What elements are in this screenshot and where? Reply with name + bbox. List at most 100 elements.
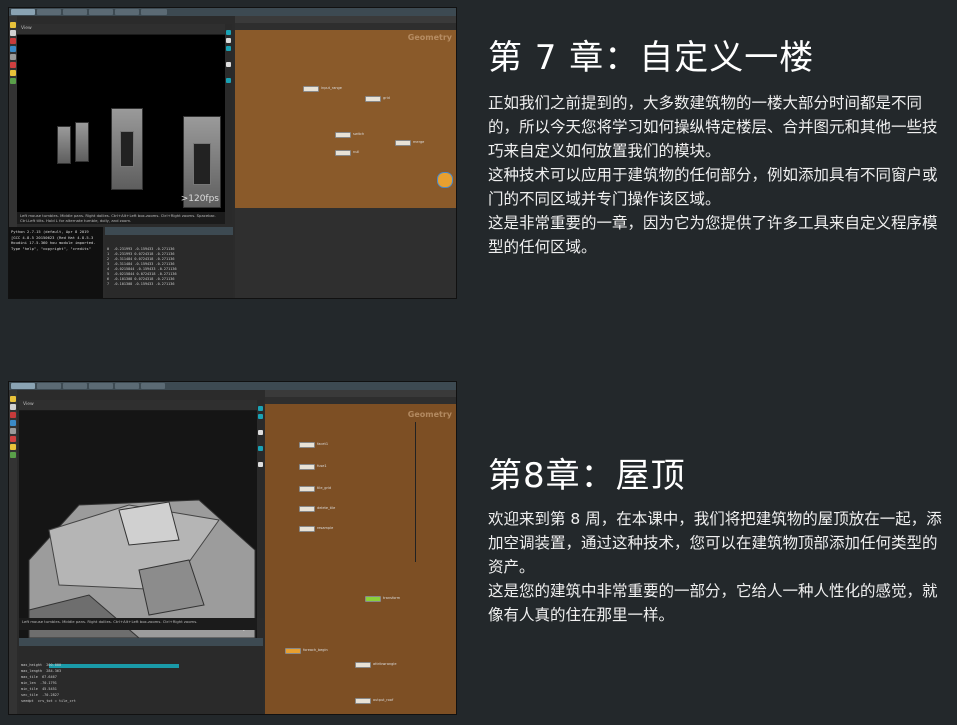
snap-toggle-icon[interactable] — [226, 78, 231, 83]
tab-motion-fx-view[interactable] — [115, 9, 139, 15]
table-row: 4 -0.0215844 -0.159433 -0.271136 — [107, 267, 231, 272]
tab-animation-editor[interactable] — [37, 383, 61, 389]
cell: 200.000 — [46, 663, 62, 667]
network-editor[interactable]: Geometry input_range grid switch null me… — [235, 8, 456, 208]
display-toggle-icon[interactable] — [258, 406, 263, 411]
move-tool-icon[interactable] — [10, 404, 16, 410]
cell: 0.0724318 — [134, 277, 154, 281]
node[interactable] — [395, 140, 411, 146]
geometry-spreadsheet[interactable]: max_height 200.000 max_length 284.363 ma… — [19, 638, 263, 714]
cell: 1 — [107, 252, 110, 256]
spreadsheet-header — [105, 227, 233, 235]
rotate-tool-icon[interactable] — [10, 38, 16, 44]
network-empty-area[interactable] — [235, 208, 456, 298]
cell: 5 — [107, 272, 110, 276]
tab-geometry-spreadsheet[interactable] — [141, 383, 165, 389]
display-options-strip — [257, 400, 264, 618]
chapter-title: 第8章：屋顶 — [488, 456, 686, 496]
node[interactable] — [335, 150, 351, 156]
cell: -70.1791 — [39, 681, 57, 685]
viewport-status-bar: Left mouse tumbles. Middle pans. Right d… — [19, 618, 257, 630]
python-shell[interactable]: Python 2.7.15 (default, Apr 8 2019 [GCC … — [9, 227, 103, 298]
wall-module-1 — [57, 126, 71, 164]
cell: 0.0724318 — [136, 272, 156, 276]
cell: -0.159433 — [136, 267, 156, 271]
rotate-tool-icon[interactable] — [10, 412, 16, 418]
geometry-spreadsheet[interactable]: 0 -0.231993 -0.159433 -0.271136 1 -0.231… — [105, 227, 233, 298]
scene-viewport[interactable]: View >120fps — [19, 400, 257, 640]
ghost-toggle-icon[interactable] — [226, 38, 231, 43]
node[interactable] — [365, 596, 381, 602]
ghost-toggle-icon[interactable] — [258, 414, 263, 419]
table-row: max_height 200.000 — [21, 663, 261, 668]
tab-motion-fx-view[interactable] — [115, 383, 139, 389]
node[interactable] — [355, 698, 371, 704]
view-tool-icon[interactable] — [10, 78, 16, 84]
tab-scene-view[interactable] — [11, 9, 35, 15]
network-editor[interactable]: Geometry facet1 fuse1 tile_grid delete_t… — [265, 382, 456, 714]
scale-tool-icon[interactable] — [10, 420, 16, 426]
magnet-tool-icon[interactable] — [10, 444, 16, 450]
wireframe-toggle-icon[interactable] — [226, 46, 231, 51]
network-menu-bar — [235, 16, 456, 23]
table-row: 0 -0.231993 -0.159433 -0.271136 — [107, 247, 231, 252]
handle-tool-icon[interactable] — [10, 436, 16, 442]
select-tool-icon[interactable] — [10, 396, 16, 402]
network-menu-bar — [265, 390, 456, 397]
tab-render-view[interactable] — [63, 383, 87, 389]
node[interactable] — [335, 132, 351, 138]
cell: -0.271136 — [157, 267, 177, 271]
pose-tool-icon[interactable] — [10, 54, 16, 60]
tab-render-view[interactable] — [63, 9, 87, 15]
network-context-label: Geometry — [407, 33, 452, 42]
magnet-tool-icon[interactable] — [10, 70, 16, 76]
cell: 2 — [107, 257, 110, 261]
scene-viewport[interactable]: View >120fps Left mouse tumbles. Middle … — [17, 24, 225, 224]
cell: -0.271136 — [157, 272, 177, 276]
scale-tool-icon[interactable] — [10, 46, 16, 52]
node-label: transform — [383, 596, 401, 600]
node[interactable] — [365, 96, 381, 102]
lighting-toggle-icon[interactable] — [258, 446, 263, 451]
cell: -0.311484 — [113, 257, 133, 261]
view-tool-icon[interactable] — [10, 452, 16, 458]
cell: -0.271136 — [155, 282, 175, 286]
tab-scene-view[interactable] — [11, 383, 35, 389]
table-row: min_tile 45.5451 — [21, 687, 261, 692]
table-row: sec_tile -70.2827 — [21, 693, 261, 698]
output-node-icon[interactable] — [437, 172, 453, 188]
cell: -0.101308 — [113, 277, 133, 281]
shelf-tools-strip — [9, 390, 17, 714]
node[interactable] — [299, 464, 315, 470]
move-tool-icon[interactable] — [10, 30, 16, 36]
node[interactable] — [299, 442, 315, 448]
lighting-toggle-icon[interactable] — [226, 62, 231, 67]
rooftop-model — [28, 499, 256, 638]
cell: -0.311484 — [113, 262, 133, 266]
node[interactable] — [355, 662, 371, 668]
tab-geometry-spreadsheet[interactable] — [141, 9, 167, 15]
display-options-strip — [225, 24, 232, 224]
cell: -0.231993 — [113, 252, 133, 256]
snap-toggle-icon[interactable] — [258, 462, 263, 467]
select-tool-icon[interactable] — [10, 22, 16, 28]
table-row: min_len -70.1791 — [21, 681, 261, 686]
tab-composite-view[interactable] — [89, 383, 113, 389]
handle-tool-icon[interactable] — [10, 62, 16, 68]
wireframe-toggle-icon[interactable] — [258, 430, 263, 435]
viewport-header: View — [17, 24, 225, 35]
viewport-label: View — [23, 402, 34, 407]
node[interactable] — [299, 526, 315, 532]
cell: 0 — [107, 247, 110, 251]
node[interactable] — [285, 648, 301, 654]
display-toggle-icon[interactable] — [226, 30, 231, 35]
node[interactable] — [299, 486, 315, 492]
node[interactable] — [299, 506, 315, 512]
node[interactable] — [303, 86, 319, 92]
network-path-bar — [265, 397, 456, 404]
cell: 45.5451 — [42, 687, 57, 691]
tab-composite-view[interactable] — [89, 9, 113, 15]
pose-tool-icon[interactable] — [10, 428, 16, 434]
chapter-title: 第 7 章：自定义一楼 — [488, 38, 815, 78]
tab-animation-editor[interactable] — [37, 9, 61, 15]
